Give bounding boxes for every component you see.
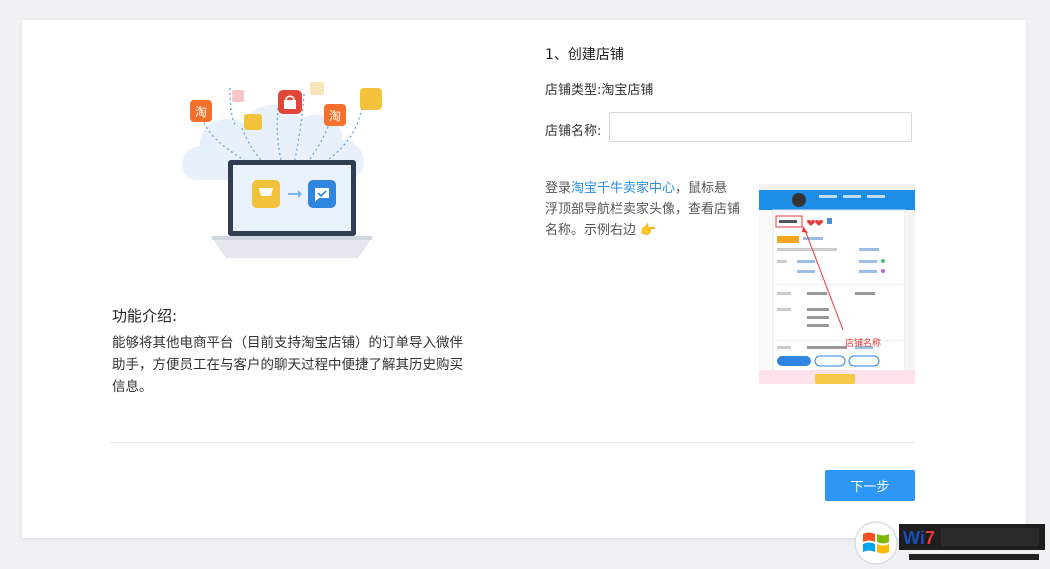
store-name-input[interactable] — [609, 112, 912, 142]
store-type-value: 淘宝店铺 — [601, 83, 654, 98]
svg-text:淘: 淘 — [329, 109, 341, 123]
example-screenshot: 店铺名称 — [759, 184, 915, 384]
store-type-row: 店铺类型:淘宝店铺 — [545, 79, 653, 98]
taobao-badge-right: 淘 — [324, 104, 346, 126]
svg-text:Wi: Wi — [903, 528, 925, 548]
small-cream-tag-icon — [310, 82, 324, 95]
instruction-tip: 登录淘宝千牛卖家中心，鼠标悬浮顶部导航栏卖家头像，查看店铺名称。示例右边 👉 — [545, 178, 740, 241]
store-type-label: 店铺类型: — [545, 83, 602, 98]
tip-prefix: 登录 — [545, 181, 572, 196]
intro-description: 能够将其他电商平台（目前支持淘宝店铺）的订单导入微伴助手，方便员工在与客户的聊天… — [112, 335, 463, 395]
store-name-row: 店铺名称: — [545, 113, 601, 145]
pointing-hand-icon: 👉 — [640, 223, 657, 238]
laptop-icon — [212, 160, 372, 258]
example-annotation: 店铺名称 — [845, 337, 881, 349]
small-pink-tag-icon — [232, 90, 244, 102]
taobao-badge-left: 淘 — [190, 100, 212, 122]
cart-small-icon — [244, 114, 262, 130]
next-step-button[interactable]: 下一步 — [825, 470, 915, 501]
main-card: 淘 淘 功能介绍: 能够将其他电商平台（目前支持淘宝店铺）的订单导入微伴助手，方… — [22, 20, 1026, 538]
cart-yellow-icon — [360, 88, 382, 110]
win7-watermark-logo: Wi 7 — [854, 521, 1045, 565]
step-title: 1、创建店铺 — [545, 47, 624, 63]
svg-text:淘: 淘 — [195, 105, 207, 119]
laptop-import-illustration: 淘 淘 — [182, 82, 382, 258]
shopping-bag-icon — [278, 90, 302, 114]
svg-text:7: 7 — [925, 528, 935, 548]
divider — [110, 442, 915, 443]
intro-title: 功能介绍: — [112, 307, 178, 325]
avatar — [792, 193, 806, 207]
seller-center-link[interactable]: 淘宝千牛卖家中心 — [571, 181, 675, 196]
store-name-label: 店铺名称: — [545, 123, 602, 139]
